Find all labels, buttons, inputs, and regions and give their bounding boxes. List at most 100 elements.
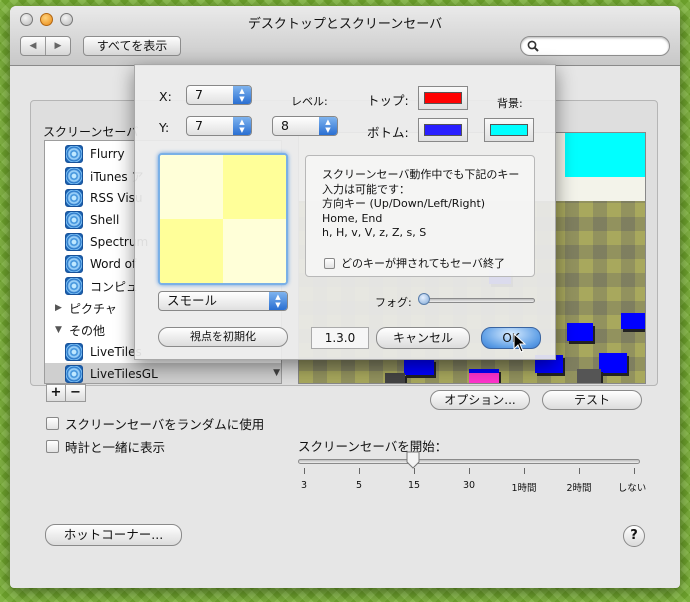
tick-label: 2時間 (566, 483, 592, 494)
y-popup[interactable]: 7 ▲ ▼ (186, 116, 252, 136)
tick (579, 468, 580, 474)
top-color-well[interactable] (418, 86, 468, 110)
tick (634, 468, 635, 474)
list-item-selected[interactable]: LiveTilesGL ▼ (45, 363, 281, 383)
list-item-label: Flurry (90, 147, 125, 161)
popup-arrows-icon: ▲ ▼ (233, 117, 251, 135)
screensaver-icon (65, 211, 83, 229)
tick-label: 15 (407, 480, 421, 491)
size-popup[interactable]: スモール ▲ ▼ (158, 291, 288, 311)
quit-any-key-checkbox[interactable] (324, 257, 335, 269)
slider-knob[interactable] (406, 451, 420, 469)
clock-checkbox[interactable] (46, 440, 59, 453)
tick-label: 1時間 (511, 483, 537, 494)
y-label: Y: (159, 120, 170, 135)
back-button[interactable]: ◀ (21, 37, 46, 55)
window-title: デスクトップとスクリーンセーバ (247, 17, 443, 32)
preview-cell (223, 219, 286, 283)
help-button[interactable]: ? (623, 525, 645, 547)
disclosure-right-icon[interactable]: ▶ (55, 303, 63, 313)
level-popup[interactable]: 8 ▲ ▼ (272, 116, 338, 136)
tick-label: 3 (300, 480, 308, 491)
fog-slider-knob[interactable] (418, 293, 430, 305)
screensaver-icon (65, 167, 83, 185)
background-color-swatch (490, 124, 528, 136)
quit-any-key-row[interactable]: どのキーが押されてもセーバ終了 (324, 255, 505, 271)
preview-background (565, 133, 645, 177)
options-button[interactable]: オプション... (430, 390, 530, 410)
x-popup[interactable]: 7 ▲ ▼ (186, 85, 252, 105)
reset-view-button[interactable]: 視点を初期化 (158, 327, 288, 347)
start-after-label: スクリーンセーバを開始： (298, 439, 448, 454)
list-item-label: Shell (90, 213, 120, 227)
tick (304, 468, 305, 474)
y-value: 7 (195, 118, 203, 133)
tick (524, 468, 525, 474)
key-help-box: スクリーンセーバ動作中でも下記のキー 入力は可能です： 方向キー (Up/Dow… (305, 155, 535, 277)
preview-tile (621, 313, 645, 329)
disclosure-down-icon[interactable]: ▼ (55, 325, 63, 335)
preview-cell (160, 155, 223, 219)
preview-cell (160, 219, 223, 283)
cancel-button[interactable]: キャンセル (376, 327, 470, 349)
random-screensaver-row[interactable]: スクリーンセーバをランダムに使用 (46, 414, 264, 433)
search-icon (527, 40, 539, 52)
bottom-color-swatch (424, 124, 462, 136)
remove-button[interactable]: − (66, 384, 86, 402)
bottom-color-label: ボトム: (367, 125, 409, 140)
x-value: 7 (195, 87, 203, 102)
preview-tile (577, 369, 601, 383)
list-item-label: LiveTilesGL (90, 367, 158, 381)
tile-size-preview (158, 153, 288, 285)
level-value: 8 (281, 118, 289, 133)
add-button[interactable]: + (46, 384, 66, 402)
title-bar: デスクトップとスクリーンセーバ ◀ ▶ すべてを表示 (10, 6, 680, 66)
version-field: 1.3.0 (311, 327, 369, 349)
tick (414, 468, 415, 474)
screensaver-icon (65, 189, 83, 207)
search-field[interactable] (520, 36, 670, 56)
tick-label: しない (617, 483, 647, 494)
forward-button[interactable]: ▶ (46, 37, 70, 55)
screensaver-icon (65, 365, 83, 383)
x-label: X: (159, 89, 172, 104)
preview-tile (599, 353, 627, 373)
fog-slider[interactable] (419, 298, 535, 303)
background-color-well[interactable] (484, 118, 534, 142)
mouse-pointer-icon (513, 333, 527, 353)
popup-arrows-icon: ▲ ▼ (319, 117, 337, 135)
tick-label: 5 (355, 480, 363, 491)
nav-buttons: ◀ ▶ (20, 36, 71, 56)
preview-tile (385, 373, 405, 383)
preview-tile (404, 359, 434, 375)
show-all-button[interactable]: すべてを表示 (83, 36, 181, 56)
preview-tile (469, 373, 499, 383)
screensaver-icon (65, 255, 83, 273)
random-label: スクリーンセーバをランダムに使用 (65, 417, 265, 432)
preview-tile (567, 323, 593, 341)
show-clock-row[interactable]: 時計と一緒に表示 (46, 437, 165, 456)
list-item-label: コンピュ (90, 279, 139, 294)
fog-label: フォグ: (375, 296, 412, 309)
tick (469, 468, 470, 474)
screensaver-list-label: スクリーンセーバ (43, 125, 139, 139)
test-button[interactable]: テスト (542, 390, 642, 410)
key-help-text: スクリーンセーバ動作中でも下記のキー 入力は可能です： 方向キー (Up/Dow… (322, 168, 520, 240)
ok-button[interactable]: OK (481, 327, 541, 349)
list-group-label: その他 (69, 323, 106, 338)
screensaver-icon (65, 145, 83, 163)
random-checkbox[interactable] (46, 417, 59, 430)
scroll-down-icon[interactable]: ▼ (273, 368, 280, 378)
screensaver-icon (65, 277, 83, 295)
top-color-swatch (424, 92, 462, 104)
popup-arrows-icon: ▲ ▼ (233, 86, 251, 104)
start-after-slider[interactable] (298, 459, 640, 464)
size-value: スモール (167, 293, 218, 308)
slider-ticks (298, 468, 640, 476)
bottom-color-well[interactable] (418, 118, 468, 142)
clock-label: 時計と一緒に表示 (65, 440, 166, 455)
options-sheet: X: 7 ▲ ▼ Y: 7 ▲ ▼ レベル: 8 ▲ ▼ トップ: ボトム: 背景: … (134, 64, 556, 360)
hot-corners-button[interactable]: ホットコーナー... (45, 524, 182, 546)
quit-any-key-label: どのキーが押されてもセーバ終了 (341, 257, 506, 270)
preview-cell (223, 155, 286, 219)
